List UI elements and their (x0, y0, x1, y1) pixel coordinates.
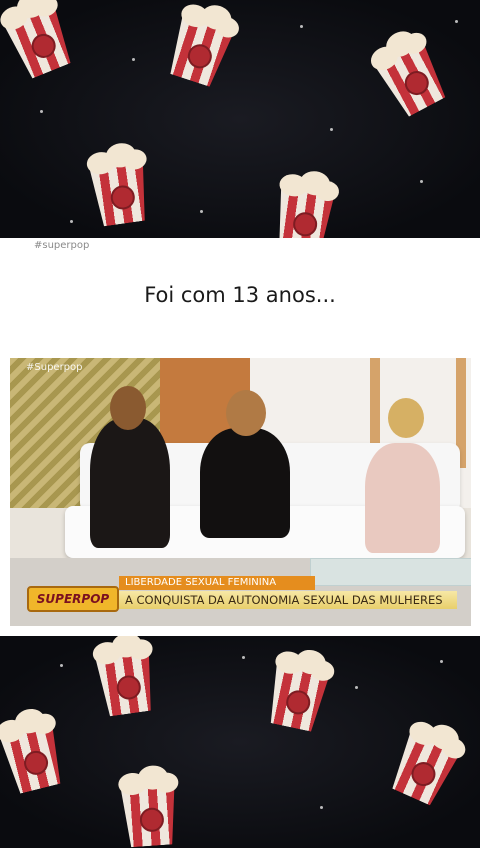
host-head (388, 398, 424, 438)
host-figure (365, 443, 440, 553)
lower-third: LIBERDADE SEXUAL FEMININA A CONQUISTA DA… (27, 576, 457, 612)
popcorn-icon (153, 0, 248, 95)
star-dot (60, 664, 63, 667)
post-panel: #superpop Foi com 13 anos... #Superpop L… (0, 238, 480, 636)
popcorn-icon (109, 762, 187, 848)
star-dot (455, 20, 458, 23)
star-dot (320, 806, 323, 809)
post-caption: Foi com 13 anos... (144, 283, 336, 307)
star-dot (70, 220, 73, 223)
popcorn-icon (0, 0, 85, 88)
popcorn-icon (376, 707, 477, 815)
star-dot (420, 180, 423, 183)
guest-figure (200, 428, 290, 538)
popcorn-icon (356, 18, 460, 128)
star-dot (440, 660, 443, 663)
star-dot (242, 656, 245, 659)
popcorn-icon (0, 701, 75, 802)
show-logo: SUPERPOP (27, 586, 119, 612)
popcorn-icon (254, 639, 342, 738)
star-dot (200, 210, 203, 213)
lower-third-headline: LIBERDADE SEXUAL FEMININA (119, 576, 315, 590)
star-dot (40, 110, 43, 113)
guest-figure (90, 418, 170, 548)
popcorn-icon (76, 137, 159, 232)
guest-head (110, 386, 146, 430)
popcorn-background-bottom (0, 636, 480, 848)
popcorn-icon (262, 163, 345, 238)
guest-head (226, 390, 266, 436)
popcorn-background-top (0, 0, 480, 238)
star-dot (355, 686, 358, 689)
video-frame[interactable]: #Superpop LIBERDADE SEXUAL FEMININA A CO… (10, 358, 471, 626)
star-dot (300, 25, 303, 28)
popcorn-icon (82, 636, 165, 723)
hashtag-label: #superpop (34, 240, 90, 251)
star-dot (132, 58, 135, 61)
tv-corner-tag: #Superpop (26, 362, 83, 373)
star-dot (330, 128, 333, 131)
